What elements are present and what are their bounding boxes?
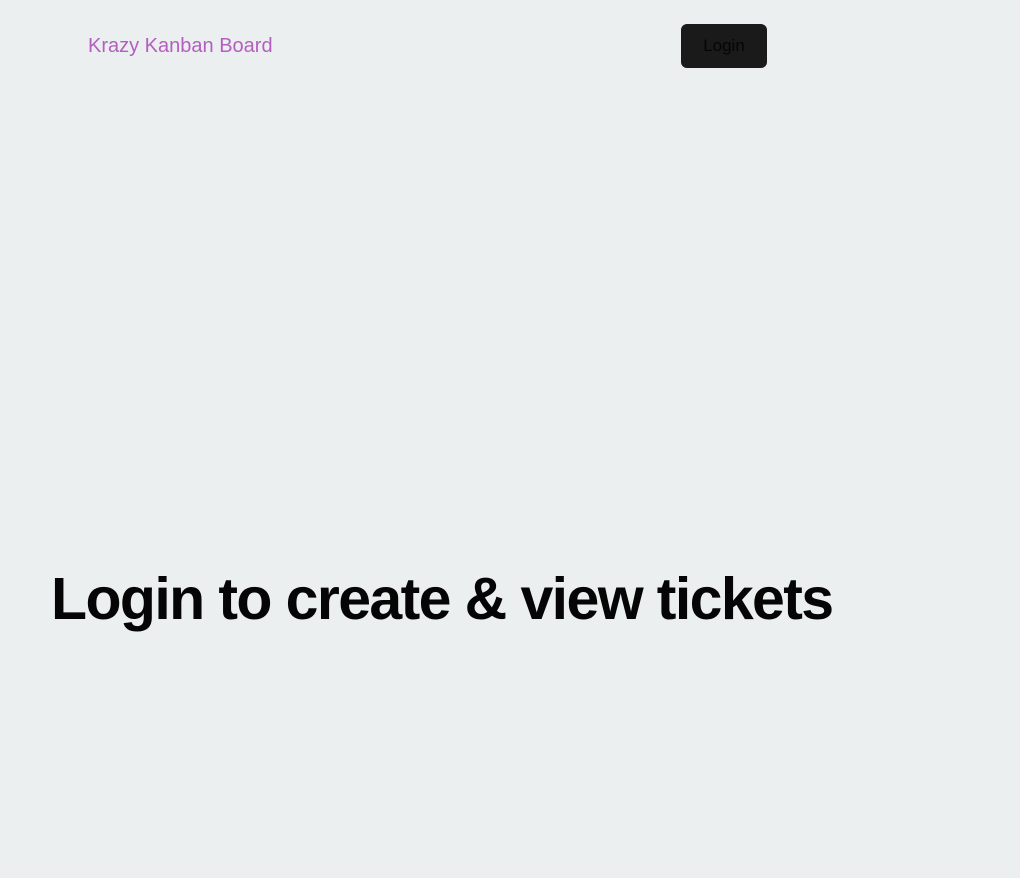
brand-link[interactable]: Krazy Kanban Board	[88, 33, 273, 59]
navbar: Krazy Kanban Board Login	[0, 0, 1020, 92]
page-title: Login to create & view tickets	[51, 566, 834, 632]
login-button[interactable]: Login	[681, 24, 767, 68]
page: Krazy Kanban Board Login Login to create…	[0, 0, 1020, 878]
